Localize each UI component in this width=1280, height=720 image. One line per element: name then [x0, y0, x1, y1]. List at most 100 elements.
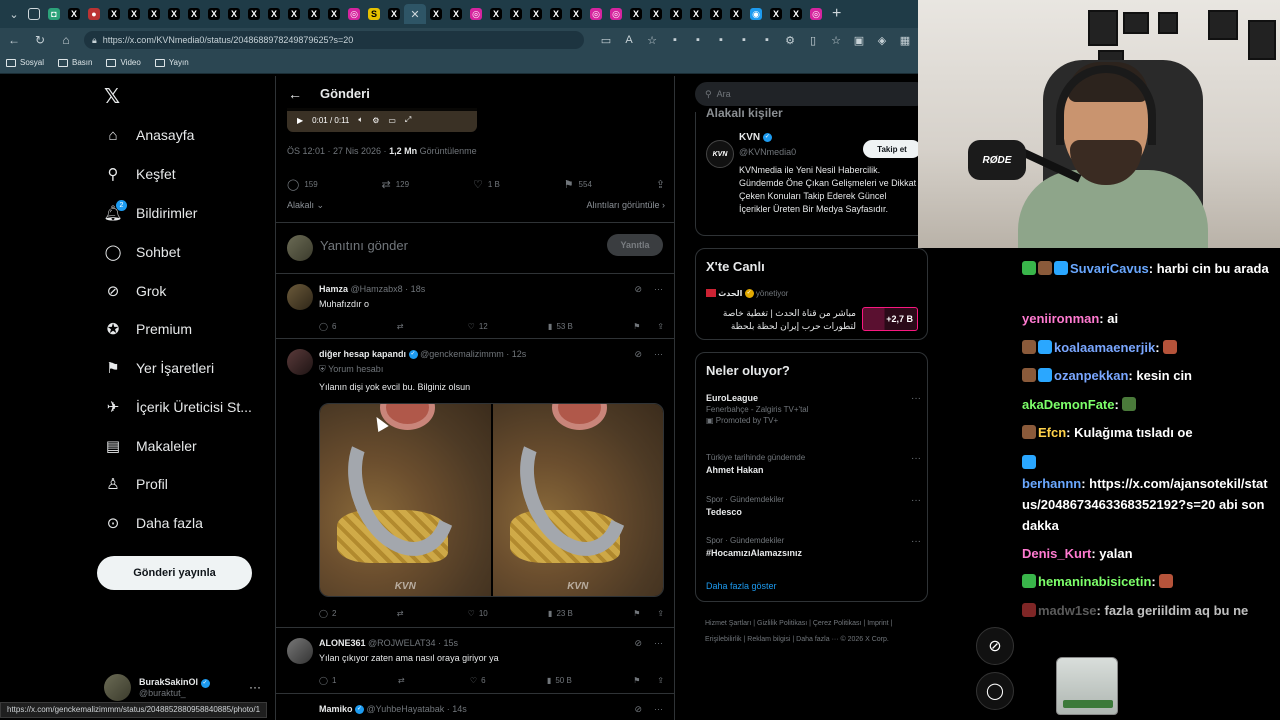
new-tab-icon[interactable]: + — [832, 5, 841, 23]
chat-filter-icon[interactable]: ⊘ — [976, 627, 1014, 665]
back-icon[interactable]: ← — [6, 33, 22, 47]
extensions-icon[interactable]: ⚙ — [783, 34, 797, 47]
sidebar-item-profile[interactable]: ♙ Profil — [104, 475, 168, 493]
repost-button[interactable]: ⇄ 129 — [382, 178, 410, 191]
tab[interactable]: X — [666, 4, 686, 24]
tab[interactable] — [24, 4, 44, 24]
account-switcher[interactable]: BurakSakinOl ✓ @buraktut_ ··· — [104, 674, 261, 701]
pip-icon[interactable]: ▭ — [388, 116, 396, 125]
copilot-icon[interactable]: ◈ — [875, 34, 889, 47]
reply-tweet[interactable]: Hamza @Hamzabx8 · 18s ⊘ ··· Muhafızdır o … — [276, 276, 674, 339]
bookmark-folder[interactable]: Sosyal — [6, 58, 44, 67]
sidebar-item-creator-studio[interactable]: ✈ İçerik Üreticisi St... — [104, 398, 252, 416]
tab[interactable]: X — [686, 4, 706, 24]
more-icon[interactable]: ··· — [911, 495, 921, 506]
volume-icon[interactable]: 🔈︎ — [358, 115, 363, 125]
reply-tweet[interactable]: Mamiko ✓ @YuhbeHayatabak · 14s ⊘ ··· — [276, 696, 674, 720]
grok-icon[interactable]: ⊘ — [634, 284, 642, 295]
reply-button[interactable]: ◯ 1 — [319, 676, 336, 685]
tab[interactable]: X — [244, 4, 264, 24]
tab[interactable]: X — [766, 4, 786, 24]
more-icon[interactable]: ··· — [654, 349, 663, 360]
tab[interactable]: X — [184, 4, 204, 24]
x-logo-icon[interactable]: 𝕏 — [104, 84, 120, 109]
reply-button[interactable]: ◯ 159 — [287, 178, 318, 191]
bookmark-share[interactable]: ⚑ ⇪ — [633, 676, 664, 685]
media-photo[interactable]: KVN — [320, 404, 491, 596]
account-name[interactable]: KVN ✓ — [739, 132, 772, 143]
tab[interactable]: X — [324, 4, 344, 24]
tab[interactable]: ◎ — [806, 4, 826, 24]
view-quotes-link[interactable]: Alıntıları görüntüle › — [586, 200, 665, 211]
sidebar-item-more[interactable]: ⊙ Daha fazla — [104, 514, 203, 532]
grok-icon[interactable]: ⊘ — [634, 349, 642, 360]
extension-icon[interactable]: ▪ — [760, 34, 774, 47]
media-photo[interactable]: KVN — [492, 404, 663, 596]
footer-links[interactable]: Hizmet Şartları | Gizlilik Politikası | … — [705, 616, 920, 648]
avatar[interactable]: KVN — [706, 140, 734, 168]
tab[interactable]: X — [304, 4, 324, 24]
views-button[interactable]: ▮ 53 B — [548, 322, 573, 331]
trend-item[interactable]: EuroLeague Fenerbahçe - Zalgiris TV+'tal… — [706, 393, 921, 425]
tab[interactable]: X — [204, 4, 224, 24]
more-icon[interactable]: ··· — [249, 680, 261, 694]
sidebar-item-notifications[interactable]: 🔔︎ 2 Bildirimler — [103, 200, 197, 222]
more-icon[interactable]: ··· — [911, 393, 921, 404]
tab[interactable]: X — [486, 4, 506, 24]
more-icon[interactable]: ··· — [654, 704, 663, 715]
like-button[interactable]: ♡ 1 B — [473, 178, 500, 191]
extension-icon[interactable]: ▪ — [691, 34, 705, 47]
post-button[interactable]: Gönderi yayınla — [97, 556, 252, 590]
settings-icon[interactable]: ⚙ — [372, 116, 379, 125]
tweet-media[interactable]: KVN KVN — [319, 403, 664, 597]
tab-active[interactable]: ✕ — [404, 4, 426, 24]
tab[interactable]: X — [626, 4, 646, 24]
tab[interactable]: X — [224, 4, 244, 24]
post-timestamp[interactable]: ÖS 12:01 · 27 Nis 2026 · — [287, 146, 389, 156]
live-title[interactable]: مباشر من قناة الحدث | تغطية خاصة لتطورات… — [706, 307, 856, 333]
tab[interactable]: S — [364, 4, 384, 24]
tab[interactable]: ◎ — [344, 4, 364, 24]
tab[interactable]: ● — [84, 4, 104, 24]
tab[interactable]: X — [384, 4, 404, 24]
bookmark-folder[interactable]: Video — [106, 58, 141, 67]
tab[interactable]: ◘ — [44, 4, 64, 24]
show-more-link[interactable]: Daha fazla göster — [706, 581, 777, 591]
tab[interactable]: X — [646, 4, 666, 24]
home-icon[interactable]: ⌂ — [58, 33, 74, 47]
screenshot-icon[interactable]: ▦ — [898, 34, 912, 47]
reply-button[interactable]: ◯ 6 — [319, 322, 336, 331]
like-button[interactable]: ♡ 6 — [470, 676, 486, 685]
tab[interactable]: X — [426, 4, 446, 24]
tab-menu-icon[interactable]: ⌄ — [4, 4, 24, 24]
more-icon[interactable]: ··· — [911, 536, 921, 547]
share-button[interactable]: ⇪ — [656, 178, 665, 191]
sort-dropdown[interactable]: Alakalı ⌄ — [287, 200, 324, 211]
sidebar-item-home[interactable]: ⌂ Anasayfa — [104, 126, 194, 144]
bookmark-folder[interactable]: Basın — [58, 58, 92, 67]
bookmark-share[interactable]: ⚑ ⇪ — [633, 609, 664, 618]
extension-icon[interactable]: ▪ — [668, 34, 682, 47]
trend-item[interactable]: Türkiye tarihinde gündemde Ahmet Hakan ·… — [706, 453, 921, 475]
bookmark-folder[interactable]: Yayın — [154, 58, 189, 67]
reply-tweet[interactable]: ALONE361 @ROJWELAT34 · 15s ⊘ ··· Yılan çı… — [276, 630, 674, 694]
extension-icon[interactable]: ▪ — [737, 34, 751, 47]
more-icon[interactable]: ··· — [911, 453, 921, 464]
bookmark-share[interactable]: ⚑ ⇪ — [633, 322, 664, 331]
tab[interactable]: X — [124, 4, 144, 24]
reply-tweet[interactable]: diğer hesap kapandı ✓ @genckemalizimmm ·… — [276, 341, 674, 628]
more-icon[interactable]: ··· — [654, 284, 663, 295]
tab[interactable]: X — [284, 4, 304, 24]
tab[interactable]: X — [526, 4, 546, 24]
listener-count[interactable]: +2,7 B — [862, 307, 918, 331]
repost-button[interactable]: ⇄ — [398, 676, 409, 685]
tab[interactable]: X — [164, 4, 184, 24]
sidebar-item-chat[interactable]: ◯ Sohbet — [104, 243, 181, 261]
tab[interactable]: X — [264, 4, 284, 24]
tab[interactable]: ◎ — [466, 4, 486, 24]
reply-button[interactable]: ◯ 2 — [319, 609, 336, 618]
trend-item[interactable]: Spor · Gündemdekiler Tedesco ··· — [706, 495, 921, 517]
tab[interactable]: X — [446, 4, 466, 24]
favorite-icon[interactable]: ☆ — [645, 34, 659, 47]
trend-item[interactable]: Spor · Gündemdekiler #HocamızıAlamazsını… — [706, 536, 921, 558]
